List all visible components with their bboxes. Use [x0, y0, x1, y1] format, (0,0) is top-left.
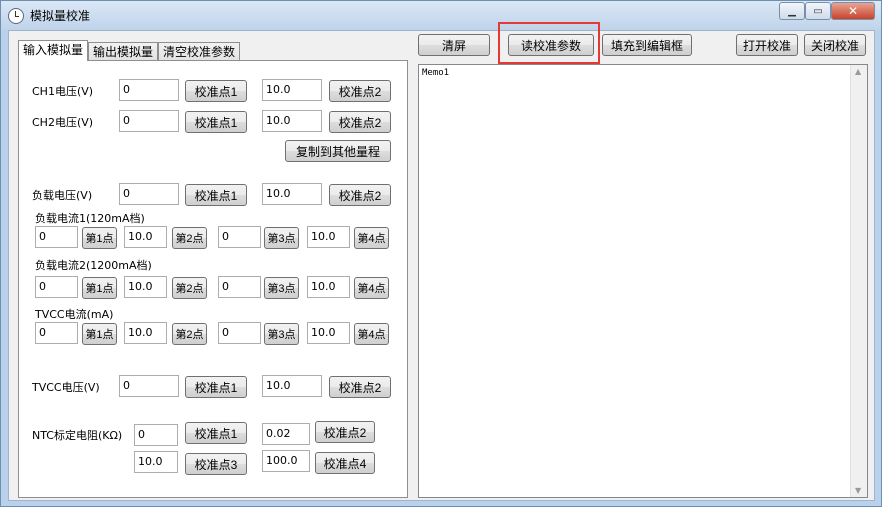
- input-analog-panel: CH1电压(V) 0 校准点1 10.0 校准点2 CH2电压(V) 0 校准点…: [18, 60, 408, 498]
- ch1-label: CH1电压(V): [32, 85, 94, 98]
- load-current1-point2-input[interactable]: 10.0: [124, 226, 167, 248]
- tab-strip: 输入模拟量 输出模拟量 清空校准参数: [18, 40, 241, 61]
- window-title: 模拟量校准: [30, 9, 91, 23]
- load-current2-point2-button[interactable]: 第2点: [172, 277, 207, 299]
- memo-box[interactable]: Memo1 ▲ ▼: [418, 64, 868, 498]
- load-current2-point2-input[interactable]: 10.0: [124, 276, 167, 298]
- ntc-point1-input[interactable]: 0: [134, 424, 178, 446]
- load-current1-point3-input[interactable]: 0: [218, 226, 261, 248]
- ch2-label: CH2电压(V): [32, 116, 94, 129]
- load-current1-point4-button[interactable]: 第4点: [354, 227, 389, 249]
- ch2-point2-input[interactable]: 10.0: [262, 110, 322, 132]
- app-window: 模拟量校准 ▁ ▭ ✕ 输入模拟量 输出模拟量 清空校准参数 清屏 读校准参数 …: [0, 0, 882, 507]
- tvcc-current-point3-button[interactable]: 第3点: [264, 323, 299, 345]
- memo-text: Memo1: [422, 68, 450, 78]
- close-calibration-button[interactable]: 关闭校准: [804, 34, 866, 56]
- load-voltage-calib2-button[interactable]: 校准点2: [329, 184, 391, 206]
- load-current2-point4-button[interactable]: 第4点: [354, 277, 389, 299]
- clock-icon: [8, 8, 24, 24]
- open-calibration-button[interactable]: 打开校准: [736, 34, 798, 56]
- load-current1-point1-input[interactable]: 0: [35, 226, 78, 248]
- fill-editor-button[interactable]: 填充到编辑框: [602, 34, 692, 56]
- tvcc-voltage-calib1-button[interactable]: 校准点1: [185, 376, 247, 398]
- load-voltage-label: 负载电压(V): [32, 189, 93, 202]
- ch2-point1-input[interactable]: 0: [119, 110, 179, 132]
- tvcc-current-label: TVCC电流(mA): [35, 308, 114, 321]
- load-voltage-point2-input[interactable]: 10.0: [262, 183, 322, 205]
- scroll-down-icon[interactable]: ▼: [855, 486, 861, 495]
- tab-clear-params[interactable]: 清空校准参数: [158, 42, 241, 60]
- ch1-calib1-button[interactable]: 校准点1: [185, 80, 247, 102]
- tab-output-analog[interactable]: 输出模拟量: [88, 42, 159, 60]
- ntc-calib4-button[interactable]: 校准点4: [315, 452, 375, 474]
- ch1-point1-input[interactable]: 0: [119, 79, 179, 101]
- load-voltage-calib1-button[interactable]: 校准点1: [185, 184, 247, 206]
- clear-screen-button[interactable]: 清屏: [418, 34, 490, 56]
- load-current1-point2-button[interactable]: 第2点: [172, 227, 207, 249]
- highlight-box: [498, 22, 600, 64]
- load-current2-label: 负载电流2(1200mA档): [35, 259, 152, 272]
- tvcc-current-point1-button[interactable]: 第1点: [82, 323, 117, 345]
- load-current1-point3-button[interactable]: 第3点: [264, 227, 299, 249]
- load-current2-point3-input[interactable]: 0: [218, 276, 261, 298]
- ntc-calib3-button[interactable]: 校准点3: [185, 453, 247, 475]
- copy-to-other-ranges-button[interactable]: 复制到其他量程: [285, 140, 391, 162]
- load-current1-label: 负载电流1(120mA档): [35, 212, 145, 225]
- tvcc-current-point2-input[interactable]: 10.0: [124, 322, 167, 344]
- ch1-calib2-button[interactable]: 校准点2: [329, 80, 391, 102]
- load-current2-point3-button[interactable]: 第3点: [264, 277, 299, 299]
- ntc-calib2-button[interactable]: 校准点2: [315, 421, 375, 443]
- ntc-point2-input[interactable]: 0.02: [262, 423, 310, 445]
- load-voltage-point1-input[interactable]: 0: [119, 183, 179, 205]
- tvcc-voltage-calib2-button[interactable]: 校准点2: [329, 376, 391, 398]
- ntc-point4-input[interactable]: 100.0: [262, 450, 310, 472]
- ch1-point2-input[interactable]: 10.0: [262, 79, 322, 101]
- ntc-point3-input[interactable]: 10.0: [134, 451, 178, 473]
- tvcc-current-point2-button[interactable]: 第2点: [172, 323, 207, 345]
- ch2-calib2-button[interactable]: 校准点2: [329, 111, 391, 133]
- close-button[interactable]: ✕: [831, 2, 875, 20]
- tvcc-current-point4-button[interactable]: 第4点: [354, 323, 389, 345]
- tvcc-current-point4-input[interactable]: 10.0: [307, 322, 350, 344]
- client-area: 输入模拟量 输出模拟量 清空校准参数 清屏 读校准参数 填充到编辑框 打开校准 …: [8, 22, 875, 501]
- window-controls: ▁ ▭ ✕: [779, 2, 875, 20]
- ntc-label: NTC标定电阻(KΩ): [32, 429, 123, 442]
- ch2-calib1-button[interactable]: 校准点1: [185, 111, 247, 133]
- tvcc-current-point1-input[interactable]: 0: [35, 322, 78, 344]
- tvcc-current-point3-input[interactable]: 0: [218, 322, 261, 344]
- scroll-up-icon[interactable]: ▲: [855, 67, 861, 76]
- memo-scrollbar[interactable]: ▲ ▼: [850, 65, 867, 497]
- tvcc-voltage-label: TVCC电压(V): [32, 381, 100, 394]
- tvcc-voltage-point2-input[interactable]: 10.0: [262, 375, 322, 397]
- maximize-button[interactable]: ▭: [805, 2, 831, 20]
- load-current2-point1-input[interactable]: 0: [35, 276, 78, 298]
- load-current2-point4-input[interactable]: 10.0: [307, 276, 350, 298]
- tvcc-voltage-point1-input[interactable]: 0: [119, 375, 179, 397]
- ntc-calib1-button[interactable]: 校准点1: [185, 422, 247, 444]
- load-current2-point1-button[interactable]: 第1点: [82, 277, 117, 299]
- tab-input-analog[interactable]: 输入模拟量: [18, 40, 89, 61]
- load-current1-point1-button[interactable]: 第1点: [82, 227, 117, 249]
- title-bar: 模拟量校准 ▁ ▭ ✕: [1, 1, 881, 30]
- minimize-button[interactable]: ▁: [779, 2, 805, 20]
- load-current1-point4-input[interactable]: 10.0: [307, 226, 350, 248]
